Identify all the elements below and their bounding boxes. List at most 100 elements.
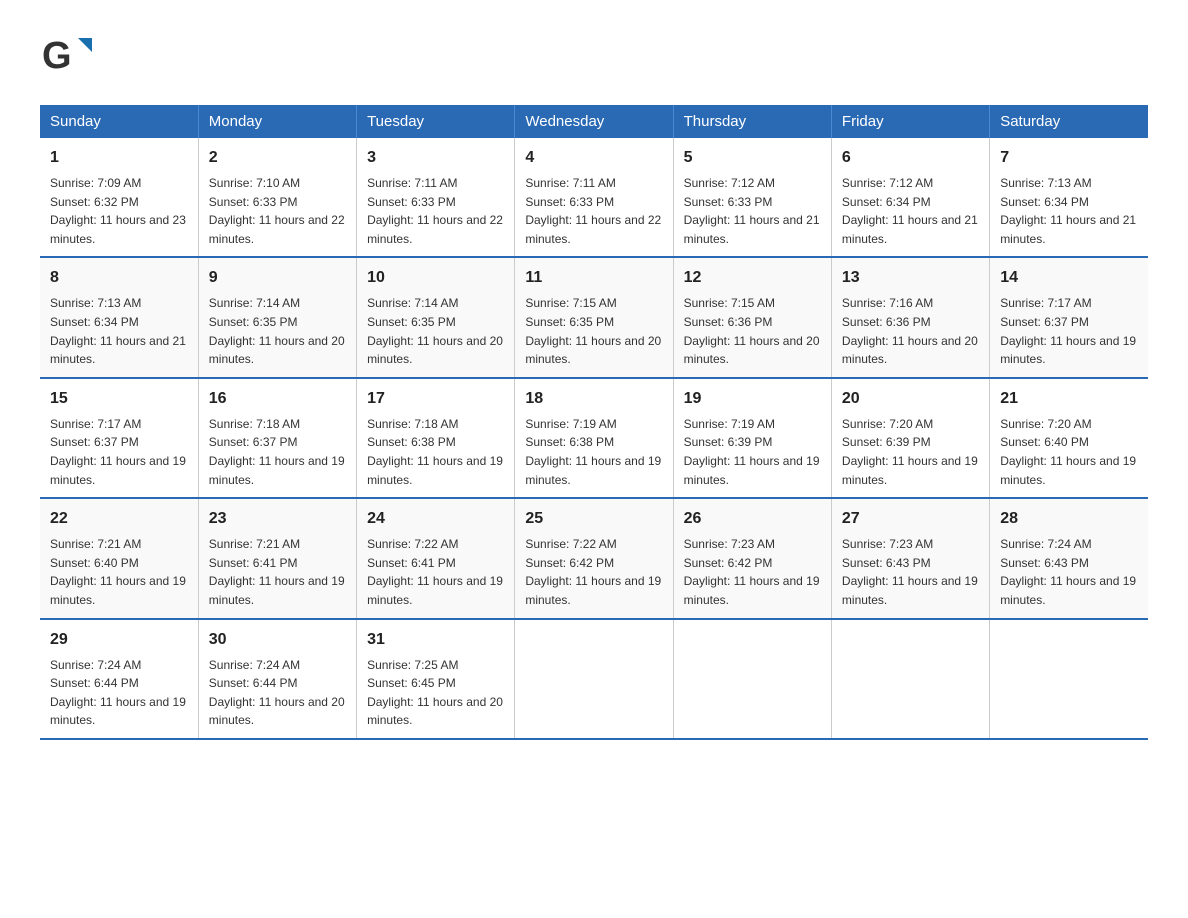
svg-text:G: G: [42, 35, 72, 77]
day-number: 9: [209, 266, 346, 290]
logo: G: [40, 30, 95, 85]
day-info: Sunrise: 7:13 AMSunset: 6:34 PMDaylight:…: [50, 294, 188, 368]
calendar-cell: 4 Sunrise: 7:11 AMSunset: 6:33 PMDaylight…: [515, 138, 673, 257]
day-info: Sunrise: 7:15 AMSunset: 6:35 PMDaylight:…: [525, 294, 662, 368]
week-row-3: 15 Sunrise: 7:17 AMSunset: 6:37 PMDayligh…: [40, 378, 1148, 498]
week-row-2: 8Sunrise: 7:13 AMSunset: 6:34 PMDaylight…: [40, 257, 1148, 377]
calendar-cell: 18Sunrise: 7:19 AMSunset: 6:38 PMDayligh…: [515, 378, 673, 498]
day-info: Sunrise: 7:12 AMSunset: 6:33 PMDaylight:…: [684, 174, 821, 248]
week-row-1: 1Sunrise: 7:09 AMSunset: 6:32 PMDaylight…: [40, 138, 1148, 257]
day-number: 14: [1000, 266, 1138, 290]
calendar-cell: 5Sunrise: 7:12 AMSunset: 6:33 PMDaylight…: [673, 138, 831, 257]
day-number: 13: [842, 266, 979, 290]
day-info: Sunrise: 7:25 AMSunset: 6:45 PMDaylight:…: [367, 656, 504, 730]
calendar-cell: 2 Sunrise: 7:10 AMSunset: 6:33 PMDaylight…: [198, 138, 356, 257]
day-info: Sunrise: 7:12 AMSunset: 6:34 PMDaylight:…: [842, 174, 979, 248]
day-info: Sunrise: 7:13 AMSunset: 6:34 PMDaylight:…: [1000, 174, 1138, 248]
calendar-cell: 12 Sunrise: 7:15 AMSunset: 6:36 PMDayligh…: [673, 257, 831, 377]
day-info: Sunrise: 7:24 AMSunset: 6:44 PMDaylight:…: [209, 656, 346, 730]
day-number: 20: [842, 387, 979, 411]
day-number: 16: [209, 387, 346, 411]
calendar-cell: [831, 619, 989, 739]
calendar-cell: 29 Sunrise: 7:24 AMSunset: 6:44 PMDayligh…: [40, 619, 198, 739]
calendar-cell: 30 Sunrise: 7:24 AMSunset: 6:44 PMDayligh…: [198, 619, 356, 739]
day-info: Sunrise: 7:16 AMSunset: 6:36 PMDaylight:…: [842, 294, 979, 368]
day-info: Sunrise: 7:20 AMSunset: 6:40 PMDaylight:…: [1000, 415, 1138, 489]
calendar-cell: 6 Sunrise: 7:12 AMSunset: 6:34 PMDaylight…: [831, 138, 989, 257]
calendar-cell: 31 Sunrise: 7:25 AMSunset: 6:45 PMDayligh…: [357, 619, 515, 739]
day-info: Sunrise: 7:18 AMSunset: 6:38 PMDaylight:…: [367, 415, 504, 489]
day-number: 1: [50, 146, 188, 170]
day-info: Sunrise: 7:11 AMSunset: 6:33 PMDaylight:…: [525, 174, 662, 248]
week-row-4: 22 Sunrise: 7:21 AMSunset: 6:40 PMDayligh…: [40, 498, 1148, 618]
day-info: Sunrise: 7:19 AMSunset: 6:39 PMDaylight:…: [684, 415, 821, 489]
day-number: 19: [684, 387, 821, 411]
calendar-cell: [990, 619, 1148, 739]
header-wednesday: Wednesday: [515, 105, 673, 138]
day-info: Sunrise: 7:10 AMSunset: 6:33 PMDaylight:…: [209, 174, 346, 248]
calendar-cell: 13 Sunrise: 7:16 AMSunset: 6:36 PMDayligh…: [831, 257, 989, 377]
day-number: 25: [525, 507, 662, 531]
day-info: Sunrise: 7:24 AMSunset: 6:44 PMDaylight:…: [50, 656, 188, 730]
day-info: Sunrise: 7:19 AMSunset: 6:38 PMDaylight:…: [525, 415, 662, 489]
day-number: 23: [209, 507, 346, 531]
calendar-cell: 19 Sunrise: 7:19 AMSunset: 6:39 PMDayligh…: [673, 378, 831, 498]
calendar-cell: 17 Sunrise: 7:18 AMSunset: 6:38 PMDayligh…: [357, 378, 515, 498]
header-saturday: Saturday: [990, 105, 1148, 138]
calendar-header-row: SundayMondayTuesdayWednesdayThursdayFrid…: [40, 105, 1148, 138]
calendar-cell: 25 Sunrise: 7:22 AMSunset: 6:42 PMDayligh…: [515, 498, 673, 618]
calendar-cell: [515, 619, 673, 739]
calendar-cell: 1Sunrise: 7:09 AMSunset: 6:32 PMDaylight…: [40, 138, 198, 257]
day-number: 17: [367, 387, 504, 411]
day-number: 15: [50, 387, 188, 411]
day-info: Sunrise: 7:14 AMSunset: 6:35 PMDaylight:…: [367, 294, 504, 368]
calendar-cell: 7 Sunrise: 7:13 AMSunset: 6:34 PMDaylight…: [990, 138, 1148, 257]
calendar-cell: 15 Sunrise: 7:17 AMSunset: 6:37 PMDayligh…: [40, 378, 198, 498]
day-number: 7: [1000, 146, 1138, 170]
calendar-cell: 11Sunrise: 7:15 AMSunset: 6:35 PMDayligh…: [515, 257, 673, 377]
day-number: 10: [367, 266, 504, 290]
day-info: Sunrise: 7:20 AMSunset: 6:39 PMDaylight:…: [842, 415, 979, 489]
day-number: 21: [1000, 387, 1138, 411]
calendar-cell: 16Sunrise: 7:18 AMSunset: 6:37 PMDayligh…: [198, 378, 356, 498]
day-info: Sunrise: 7:23 AMSunset: 6:42 PMDaylight:…: [684, 535, 821, 609]
day-info: Sunrise: 7:11 AMSunset: 6:33 PMDaylight:…: [367, 174, 504, 248]
day-number: 12: [684, 266, 821, 290]
day-number: 31: [367, 628, 504, 652]
day-number: 22: [50, 507, 188, 531]
day-info: Sunrise: 7:17 AMSunset: 6:37 PMDaylight:…: [50, 415, 188, 489]
day-number: 27: [842, 507, 979, 531]
day-number: 29: [50, 628, 188, 652]
day-info: Sunrise: 7:17 AMSunset: 6:37 PMDaylight:…: [1000, 294, 1138, 368]
calendar-table: SundayMondayTuesdayWednesdayThursdayFrid…: [40, 105, 1148, 740]
week-row-5: 29 Sunrise: 7:24 AMSunset: 6:44 PMDayligh…: [40, 619, 1148, 739]
calendar-cell: 27 Sunrise: 7:23 AMSunset: 6:43 PMDayligh…: [831, 498, 989, 618]
calendar-cell: 8Sunrise: 7:13 AMSunset: 6:34 PMDaylight…: [40, 257, 198, 377]
day-info: Sunrise: 7:22 AMSunset: 6:41 PMDaylight:…: [367, 535, 504, 609]
day-number: 2: [209, 146, 346, 170]
calendar-cell: 3 Sunrise: 7:11 AMSunset: 6:33 PMDaylight…: [357, 138, 515, 257]
day-info: Sunrise: 7:21 AMSunset: 6:40 PMDaylight:…: [50, 535, 188, 609]
day-info: Sunrise: 7:23 AMSunset: 6:43 PMDaylight:…: [842, 535, 979, 609]
day-info: Sunrise: 7:21 AMSunset: 6:41 PMDaylight:…: [209, 535, 346, 609]
day-number: 4: [525, 146, 662, 170]
day-number: 28: [1000, 507, 1138, 531]
calendar-cell: 26 Sunrise: 7:23 AMSunset: 6:42 PMDayligh…: [673, 498, 831, 618]
calendar-cell: 20 Sunrise: 7:20 AMSunset: 6:39 PMDayligh…: [831, 378, 989, 498]
day-number: 24: [367, 507, 504, 531]
header-friday: Friday: [831, 105, 989, 138]
calendar-cell: [673, 619, 831, 739]
day-number: 26: [684, 507, 821, 531]
calendar-cell: 22 Sunrise: 7:21 AMSunset: 6:40 PMDayligh…: [40, 498, 198, 618]
day-info: Sunrise: 7:15 AMSunset: 6:36 PMDaylight:…: [684, 294, 821, 368]
calendar-cell: 14 Sunrise: 7:17 AMSunset: 6:37 PMDayligh…: [990, 257, 1148, 377]
calendar-cell: 10 Sunrise: 7:14 AMSunset: 6:35 PMDayligh…: [357, 257, 515, 377]
day-info: Sunrise: 7:14 AMSunset: 6:35 PMDaylight:…: [209, 294, 346, 368]
calendar-cell: 21 Sunrise: 7:20 AMSunset: 6:40 PMDayligh…: [990, 378, 1148, 498]
day-number: 30: [209, 628, 346, 652]
day-number: 6: [842, 146, 979, 170]
day-number: 3: [367, 146, 504, 170]
header-tuesday: Tuesday: [357, 105, 515, 138]
header-sunday: Sunday: [40, 105, 198, 138]
day-info: Sunrise: 7:22 AMSunset: 6:42 PMDaylight:…: [525, 535, 662, 609]
